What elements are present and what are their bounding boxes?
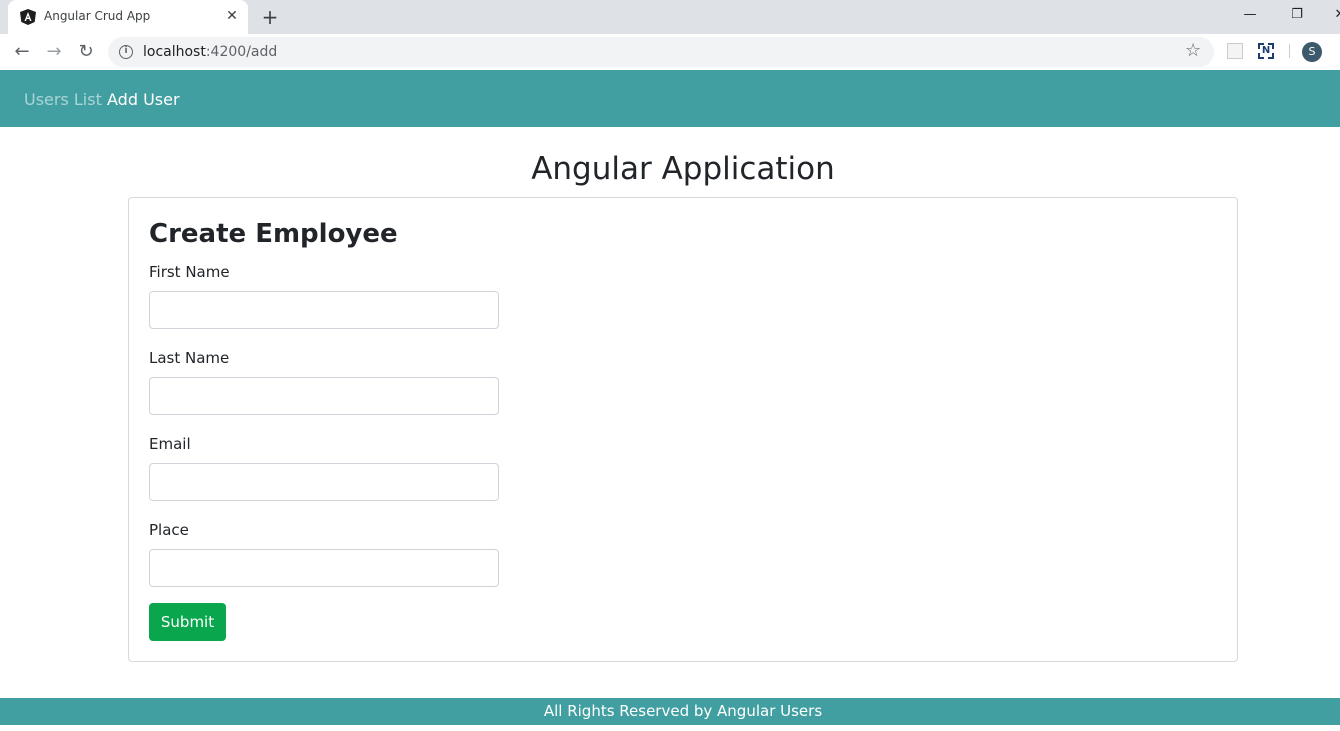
- app-navbar: Users List Add User: [0, 70, 1340, 127]
- minimize-icon[interactable]: —: [1238, 5, 1262, 25]
- tab-title: Angular Crud App: [44, 9, 151, 23]
- submit-button[interactable]: Submit: [149, 603, 226, 641]
- nav-add-user[interactable]: Add User: [107, 90, 180, 109]
- bottom-edge: [0, 725, 1340, 731]
- email-input[interactable]: [149, 463, 499, 501]
- window-close-icon[interactable]: ✕: [1328, 5, 1340, 25]
- url-text: localhost:4200/add: [143, 44, 278, 60]
- toolbar-divider: [1289, 44, 1290, 58]
- browser-tab[interactable]: Angular Crud App ✕: [8, 0, 248, 34]
- browser-tabstrip: Angular Crud App ✕ + — ❐ ✕: [0, 0, 1340, 34]
- extension-icon[interactable]: [1227, 43, 1243, 59]
- back-icon[interactable]: ←: [10, 40, 34, 64]
- place-label: Place: [149, 521, 189, 539]
- first-name-label: First Name: [149, 263, 230, 281]
- create-employee-card: Create Employee First Name Last Name Ema…: [128, 197, 1238, 662]
- nav-users-list[interactable]: Users List: [24, 90, 102, 109]
- page-title: Angular Application: [531, 151, 835, 187]
- email-label: Email: [149, 435, 191, 453]
- new-tab-button[interactable]: +: [259, 6, 281, 28]
- address-bar[interactable]: i localhost:4200/add ☆: [108, 37, 1214, 67]
- info-icon[interactable]: i: [119, 45, 133, 59]
- footer: All Rights Reserved by Angular Users: [0, 698, 1340, 725]
- browser-toolbar: ← → ↻ i localhost:4200/add ☆: [0, 34, 1340, 70]
- restore-icon[interactable]: ❐: [1285, 5, 1309, 25]
- forward-icon[interactable]: →: [42, 40, 66, 64]
- close-tab-icon[interactable]: ✕: [224, 8, 240, 24]
- extension-n-icon[interactable]: N: [1258, 43, 1274, 59]
- angular-icon: [20, 9, 36, 25]
- first-name-input[interactable]: [149, 291, 499, 329]
- reload-icon[interactable]: ↻: [74, 40, 98, 64]
- last-name-label: Last Name: [149, 349, 230, 367]
- place-input[interactable]: [149, 549, 499, 587]
- last-name-input[interactable]: [149, 377, 499, 415]
- form-title: Create Employee: [149, 219, 398, 249]
- profile-icon[interactable]: S: [1302, 42, 1322, 62]
- star-icon[interactable]: ☆: [1185, 40, 1201, 61]
